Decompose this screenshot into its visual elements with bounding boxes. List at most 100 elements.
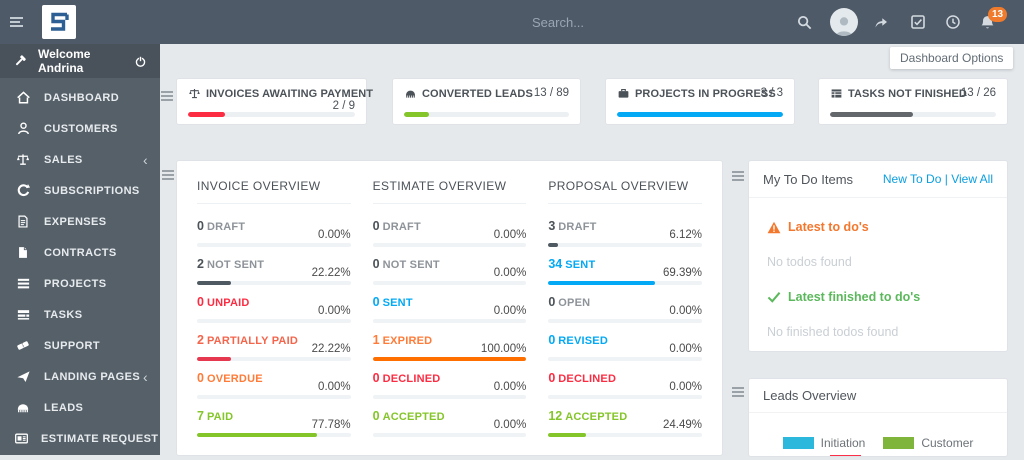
notification-badge[interactable]: 13 — [988, 7, 1008, 22]
status-count: 3 — [548, 219, 556, 233]
no-todos-message: No todos found — [767, 255, 852, 269]
avatar[interactable] — [830, 8, 858, 36]
view-all-todos-link[interactable]: View All — [951, 172, 993, 186]
chevron-left-icon: ‹ — [142, 368, 148, 385]
status-percent: 0.00% — [493, 419, 527, 431]
widget-drag-handle[interactable] — [732, 171, 744, 183]
status-label: OVERDUE — [206, 373, 263, 385]
progress-bar — [197, 243, 351, 247]
sidebar-item-projects[interactable]: PROJECTS — [0, 268, 160, 299]
timers-clock-icon[interactable] — [945, 14, 961, 30]
progress-bar — [197, 357, 351, 361]
search-icon[interactable] — [796, 14, 813, 31]
progress-fill — [830, 112, 913, 117]
progress-bar — [372, 395, 527, 399]
stat-card-label: TASKS NOT FINISHED — [848, 87, 967, 100]
overview-row: 0 UNPAID 0.00% — [197, 293, 351, 331]
sidebar-item-customers[interactable]: CUSTOMERS — [0, 113, 160, 144]
file-text-icon — [14, 214, 32, 229]
status-label: DRAFT — [382, 221, 421, 233]
overview-row: 0 DRAFT 0.00% — [197, 217, 351, 255]
status-label: UNPAID — [206, 297, 250, 309]
warning-icon — [767, 221, 781, 233]
overview-row: 3 DRAFT 6.12% — [548, 217, 702, 255]
status-percent: 0.00% — [493, 305, 527, 317]
status-count: 0 — [548, 371, 556, 385]
status-percent: 0.00% — [669, 381, 702, 393]
leads-chart-legend: Initiation Customer Lost Leads — [749, 436, 1007, 456]
status-label: NOT SENT — [206, 259, 265, 271]
sidebar-item-label: SALES — [44, 153, 83, 166]
menu-toggle-icon[interactable] — [10, 17, 23, 29]
widget-drag-handle[interactable] — [161, 91, 173, 103]
progress-bar — [372, 433, 527, 437]
stat-card-title: PROJECTS IN PROGRESS — [617, 87, 776, 100]
welcome-label: Welcome Andrina — [38, 47, 91, 75]
overview-row: 1 EXPIRED 100.00% — [372, 331, 527, 369]
home-icon — [14, 90, 32, 105]
sidebar-item-expenses[interactable]: EXPENSES — [0, 206, 160, 237]
status-percent: 0.00% — [493, 229, 527, 241]
status-label: ACCEPTED — [565, 411, 628, 423]
estimate-overview-column: ESTIMATE OVERVIEW 0 DRAFT 0.00% 0 NOT SENT… — [372, 177, 527, 445]
sidebar-item-label: EXPENSES — [44, 215, 107, 228]
progress-bar — [548, 281, 702, 285]
sidebar-item-tasks[interactable]: TASKS — [0, 299, 160, 330]
stat-card-value[interactable]: 2 / 9 — [333, 100, 355, 112]
overview-row: 0 SENT 0.00% — [372, 293, 527, 331]
stat-card-label: INVOICES AWAITING PAYMENT — [206, 87, 374, 100]
stat-card-title: TASKS NOT FINISHED — [830, 87, 967, 100]
status-percent: 0.00% — [493, 267, 527, 279]
status-label: NOT SENT — [382, 259, 440, 271]
widget-drag-handle[interactable] — [732, 387, 744, 399]
legend-swatch-customer — [883, 437, 915, 449]
stat-card-value[interactable]: 3 / 3 — [761, 87, 783, 99]
person-icon — [836, 17, 852, 36]
check-icon — [767, 292, 781, 303]
sidebar-item-estimate-request[interactable]: ESTIMATE REQUEST — [0, 423, 160, 454]
status-label: PAID — [206, 411, 234, 423]
app-logo[interactable] — [42, 5, 76, 39]
invoice-overview-column: INVOICE OVERVIEW 0 DRAFT 0.00% 2 NOT SENT … — [197, 177, 351, 445]
status-percent: 24.49% — [662, 419, 702, 431]
sidebar-item-leads[interactable]: LEADS — [0, 392, 160, 423]
stat-card-value[interactable]: 13 / 89 — [534, 87, 569, 99]
stat-card-title: INVOICES AWAITING PAYMENT — [188, 87, 373, 100]
legend-label: Customer — [921, 436, 974, 450]
legend-label: Initiation — [820, 436, 866, 450]
progress-bar — [404, 112, 569, 117]
logout-power-icon[interactable] — [134, 55, 147, 68]
quick-share-icon[interactable] — [872, 14, 890, 30]
sidebar-item-contracts[interactable]: CONTRACTS — [0, 237, 160, 268]
overview-row: 0 DECLINED 0.00% — [548, 369, 702, 407]
progress-fill — [197, 357, 232, 361]
widget-drag-handle[interactable] — [162, 170, 174, 182]
status-label: DECLINED — [382, 373, 441, 385]
search-input[interactable] — [532, 0, 772, 44]
stat-card-value[interactable]: 13 / 26 — [961, 87, 996, 99]
leads-panel-header: Leads Overview — [749, 379, 1007, 413]
progress-fill — [197, 281, 232, 285]
finance-overview-panel: INVOICE OVERVIEW 0 DRAFT 0.00% 2 NOT SENT … — [176, 160, 723, 456]
progress-fill — [404, 112, 429, 117]
status-label: DECLINED — [558, 373, 617, 385]
status-percent: 0.00% — [318, 229, 351, 241]
status-percent: 6.12% — [669, 229, 702, 241]
todo-panel: My To Do Items New To Do | View All Late… — [748, 160, 1008, 352]
todo-checkbox-icon[interactable] — [910, 14, 926, 30]
new-todo-link[interactable]: New To Do — [883, 172, 941, 186]
tasks-icon — [14, 307, 32, 322]
progress-fill — [548, 243, 558, 247]
sidebar-item-label: CONTRACTS — [44, 246, 117, 259]
sidebar-item-landing-pages[interactable]: LANDING PAGES ‹ — [0, 361, 160, 392]
status-count: 0 — [197, 219, 204, 233]
status-percent: 0.00% — [318, 305, 351, 317]
setup-wrench-icon[interactable] — [13, 54, 27, 68]
sidebar-item-label: LANDING PAGES — [44, 370, 141, 383]
sidebar-item-support[interactable]: SUPPORT — [0, 330, 160, 361]
sidebar-item-subscriptions[interactable]: SUBSCRIPTIONS — [0, 175, 160, 206]
progress-fill — [617, 112, 783, 117]
sidebar-item-sales[interactable]: SALES ‹ — [0, 144, 160, 175]
chevron-left-icon: ‹ — [142, 151, 148, 168]
sidebar-item-dashboard[interactable]: DASHBOARD — [0, 82, 160, 113]
